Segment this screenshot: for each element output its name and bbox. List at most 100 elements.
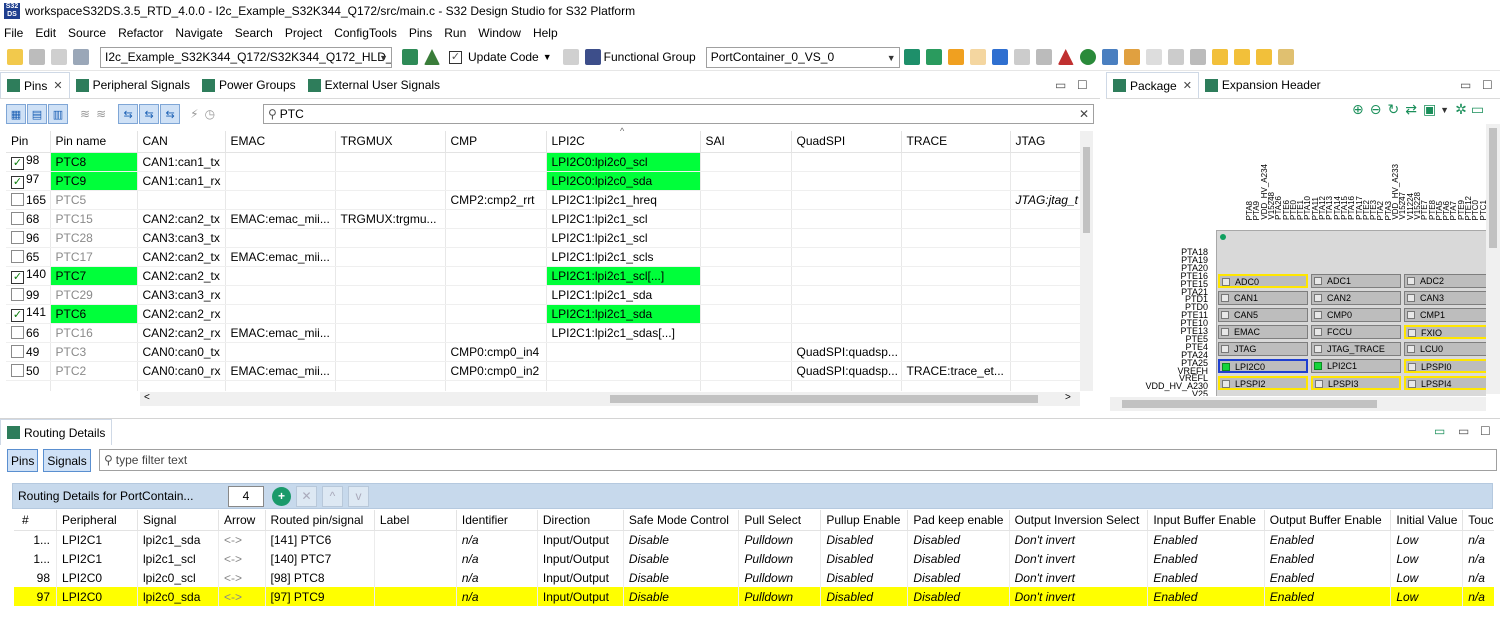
functional-group-combo[interactable]: PortContainer_0_VS_0 ▼ [705, 46, 900, 68]
signal-cell-quadspi[interactable] [791, 304, 902, 324]
signal-cell-jtag[interactable] [1010, 171, 1080, 191]
pin-row[interactable]: 65 PTC17 CAN2:can2_tx EMAC:emac_mii... LPI2C… [6, 247, 1080, 267]
column-header[interactable]: CMP [445, 131, 547, 153]
routing-cell-outbuf[interactable]: Enabled [1264, 568, 1392, 587]
signal-cell-can[interactable]: CAN1:can1_tx [137, 152, 226, 172]
back-icon[interactable] [1255, 49, 1272, 65]
zoom-out-icon[interactable]: ⊖ [1370, 101, 1382, 118]
signal-cell-sai[interactable] [700, 304, 792, 324]
pin-row[interactable]: 66 PTC16 CAN2:can2_rx EMAC:emac_mii... LPI2C… [6, 323, 1080, 343]
peripheral-block[interactable]: FXIO [1404, 325, 1486, 339]
signal-cell-can[interactable]: CAN2:can2_tx [137, 247, 226, 267]
signal-cell-cmp[interactable]: CMP0:cmp0_in4 [445, 342, 547, 362]
routing-row[interactable]: 1... LPI2C1 lpi2c1_scl <-> [140] PTC7 n/a Inpu… [14, 549, 1494, 568]
signal-cell-sai[interactable] [700, 209, 792, 229]
routing-column-header[interactable]: Label [374, 510, 457, 531]
route-checkbox[interactable]: ✓ [11, 309, 24, 322]
wand-icon[interactable] [1035, 49, 1052, 65]
signal-cell-sai[interactable] [700, 285, 792, 305]
routing-column-header[interactable]: Peripheral [56, 510, 138, 531]
pin-name-cell[interactable]: PTC7 [50, 266, 138, 286]
signal-cell-sai[interactable] [700, 342, 792, 362]
pin-number-cell[interactable]: 165 [6, 190, 51, 210]
peripheral-block[interactable]: LPI2C1 [1311, 359, 1401, 373]
signal-cell-trace[interactable] [901, 190, 1011, 210]
home-icon[interactable] [402, 49, 418, 65]
pin-number-cell[interactable]: ✓ 141 [6, 304, 51, 324]
signal-wave-icon[interactable]: ≋ [80, 107, 90, 121]
signal-cell-sai[interactable] [700, 361, 792, 381]
signal-cell-can[interactable]: CAN2:can2_tx [137, 266, 226, 286]
routing-cell-pullup[interactable]: Disabled [820, 568, 909, 587]
routing-cell-outinv[interactable]: Don't invert [1009, 568, 1149, 587]
routing-column-header[interactable]: Direction [537, 510, 624, 531]
routing-cell-arrow[interactable]: <-> [218, 530, 266, 549]
signal-cell-can[interactable]: CAN2:can2_tx [137, 209, 226, 229]
signal-cell-lpi2c[interactable]: LPI2C1:lpi2c1_sda [546, 304, 701, 324]
signal-cell-trgmux[interactable]: TRGMUX:trgmu... [335, 209, 446, 229]
signal-cell-cmp[interactable] [445, 228, 547, 248]
signal-cell-cmp[interactable] [445, 266, 547, 286]
routing-column-header[interactable]: Output Inversion Select [1009, 510, 1149, 531]
rotate-icon[interactable]: ↻ [1387, 101, 1399, 118]
console-icon[interactable] [991, 49, 1008, 65]
routing-cell-safe[interactable]: Disable [623, 549, 740, 568]
routing-cell-label[interactable] [374, 549, 457, 568]
column-header[interactable]: SAI [700, 131, 792, 153]
route-checkbox[interactable]: ✓ [11, 157, 24, 170]
signal-cell-quadspi[interactable] [791, 190, 902, 210]
scroll-left-icon[interactable]: < [144, 392, 150, 403]
signal-cell-emac[interactable] [225, 152, 336, 172]
pin-number-cell[interactable]: ✓ 98 [6, 152, 51, 172]
routing-cell-inbuf[interactable]: Enabled [1147, 530, 1265, 549]
signal-cell-lpi2c[interactable]: LPI2C1:lpi2c1_hreq [546, 190, 701, 210]
pin-name-cell[interactable]: PTC28 [50, 228, 138, 248]
signal-cell-lpi2c[interactable]: LPI2C1:lpi2c1_scl [546, 209, 701, 229]
signal-cell-jtag[interactable] [1010, 209, 1080, 229]
menu-refactor[interactable]: Refactor [118, 26, 163, 40]
view-peripherals-icon[interactable]: ▤ [27, 104, 47, 124]
menu-search[interactable]: Search [235, 26, 273, 40]
pin-row[interactable]: 165 PTC5 CMP2:cmp2_rrt LPI2C1:lpi2c1_hreq JT… [6, 190, 1080, 210]
routing-cell-signal[interactable]: lpi2c0_sda [137, 587, 219, 606]
tab-external-user-signals[interactable]: External User Signals [302, 72, 446, 98]
peripheral-block[interactable]: LPI2C0 [1218, 359, 1308, 373]
column-header[interactable]: JTAG [1010, 131, 1080, 153]
signal-cell-jtag[interactable] [1010, 152, 1080, 172]
signal-cell-lpi2c[interactable]: LPI2C0:lpi2c0_sda [546, 171, 701, 191]
table-icon[interactable] [925, 49, 942, 65]
route-checkbox[interactable] [11, 325, 24, 339]
routing-column-header[interactable]: Initial Value [1390, 510, 1464, 531]
forward-icon[interactable] [1277, 49, 1294, 65]
routing-cell-arrow[interactable]: <-> [218, 549, 266, 568]
routing-cell-ident[interactable]: n/a [456, 568, 538, 587]
signal-cell-trgmux[interactable] [335, 247, 446, 267]
routing-cell-ident[interactable]: n/a [456, 587, 538, 606]
signal-cell-quadspi[interactable] [791, 152, 902, 172]
signal-cell-lpi2c[interactable]: LPI2C1:lpi2c1_scl [546, 228, 701, 248]
pin-number-cell[interactable]: 66 [6, 323, 51, 343]
signal-cell-sai[interactable] [700, 190, 792, 210]
pin-number-cell[interactable]: 65 [6, 247, 51, 267]
signal-cell-quadspi[interactable] [791, 266, 902, 286]
signal-cell-lpi2c[interactable]: LPI2C0:lpi2c0_scl [546, 152, 701, 172]
column-header[interactable]: TRACE [901, 131, 1011, 153]
signal-cell-can[interactable]: CAN0:can0_tx [137, 342, 226, 362]
signal-cell-sai[interactable] [700, 171, 792, 191]
update-code-dropdown-icon[interactable]: ▼ [543, 52, 552, 62]
signal-cell-trace[interactable] [901, 247, 1011, 267]
project-combo[interactable]: I2c_Example_S32K344_Q172/S32K344_Q172_HL… [100, 46, 392, 68]
signal-cell-jtag[interactable] [1010, 304, 1080, 324]
routing-cell-pullup[interactable]: Disabled [820, 587, 909, 606]
pin-row[interactable]: 49 PTC3 CAN0:can0_tx CMP0:cmp0_in4 QuadSPI:q… [6, 342, 1080, 362]
package-hscroll[interactable] [1110, 397, 1486, 411]
pin-name-cell[interactable]: PTC17 [50, 247, 138, 267]
chevron-down-icon[interactable]: ▼ [1440, 105, 1449, 115]
routing-cell-inbuf[interactable]: Enabled [1147, 568, 1265, 587]
column-header[interactable]: QuadSPI [791, 131, 902, 153]
signal-cell-quadspi[interactable]: QuadSPI:quadsp... [791, 361, 902, 381]
signal-cell-sai[interactable] [700, 228, 792, 248]
signal-cell-lpi2c[interactable]: LPI2C1:lpi2c1_sdas[...] [546, 323, 701, 343]
routing-cell-signal[interactable]: lpi2c0_scl [137, 568, 219, 587]
menu-source[interactable]: Source [68, 26, 106, 40]
